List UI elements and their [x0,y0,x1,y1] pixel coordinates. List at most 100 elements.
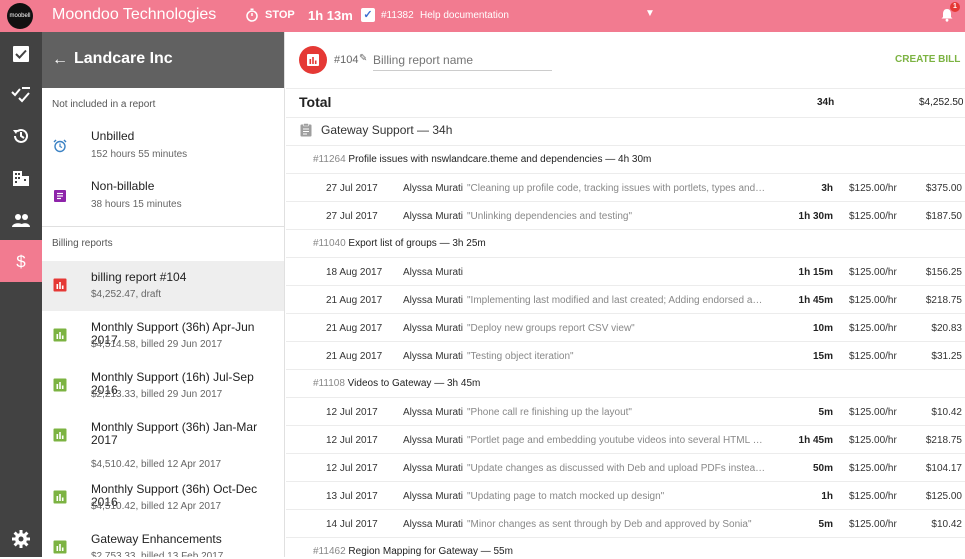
task-checkbox[interactable]: ✓ [361,8,375,22]
rail-history[interactable] [0,116,42,156]
entry-date: 12 Jul 2017 [326,407,378,418]
time-entry-row[interactable]: 13 Jul 2017 Alyssa Murati "Updating page t… [286,482,965,510]
time-entry-row[interactable]: 14 Jul 2017 Alyssa Murati "Minor changes a… [286,510,965,538]
billing-report-item[interactable]: billing report #104 $4,252.47, draft [42,261,284,311]
time-entry-row[interactable]: 21 Aug 2017 Alyssa Murati "Deploy new grou… [286,314,965,342]
billing-report-item[interactable]: Gateway Enhancements $2,753.33, billed 13… [42,523,284,557]
entry-amount: $10.42 [931,407,962,418]
entry-person: Alyssa Murati [403,435,464,446]
chevron-down-icon[interactable]: ▼ [645,8,655,19]
task-group-title: Export list of groups — 3h 25m [348,238,486,249]
entry-note: "Unlinking dependencies and testing" [467,211,632,222]
report-title: Monthly Support (36h) Jan-Mar 2017 [91,420,258,447]
entry-date: 14 Jul 2017 [326,519,378,530]
report-id: #104 [334,54,359,66]
section-not-included: Not included in a report [52,99,156,110]
time-entry-row[interactable]: 27 Jul 2017 Alyssa Murati "Unlinking depen… [286,202,965,230]
time-entry-row[interactable]: 21 Aug 2017 Alyssa Murati "Testing object … [286,342,965,370]
entry-date: 12 Jul 2017 [326,435,378,446]
rail-billing[interactable]: $ [0,240,42,282]
project-label: Gateway Support — 34h [321,123,453,137]
entry-hours: 1h 30m [798,211,833,222]
entry-date: 13 Jul 2017 [326,491,378,502]
timer-display: 1h 13m [308,8,353,23]
entry-hours: 3h [821,183,833,194]
entry-date: 27 Jul 2017 [326,211,378,222]
create-bill-button[interactable]: CREATE BILL [895,54,960,65]
rail-clients[interactable] [0,158,42,198]
entry-rate: $125.00/hr [849,435,897,446]
icon-rail: $ [0,32,42,557]
company-name[interactable]: Moondoo Technologies [52,6,216,24]
bar-chart-icon [307,54,319,66]
entry-rate: $125.00/hr [849,295,897,306]
entry-rate: $125.00/hr [849,491,897,502]
entry-hours: 5m [818,407,833,418]
rail-tasks[interactable] [0,34,42,74]
back-arrow-icon[interactable]: ← [52,51,68,69]
time-entry-row[interactable]: 12 Jul 2017 Alyssa Murati "Update changes … [286,454,965,482]
section-divider [42,226,284,227]
time-entry-row[interactable]: 12 Jul 2017 Alyssa Murati "Portlet page an… [286,426,965,454]
rail-people[interactable] [0,200,42,240]
entry-hours: 1h 15m [798,267,833,278]
task-group-row[interactable]: #11108 Videos to Gateway — 3h 45m [286,370,965,398]
notification-badge: 1 [950,2,960,12]
task-group-row[interactable]: #11462 Region Mapping for Gateway — 55m [286,538,965,557]
entry-amount: $218.75 [925,435,962,446]
entry-amount: $218.75 [925,295,962,306]
entry-date: 18 Aug 2017 [326,267,383,278]
entry-date: 21 Aug 2017 [326,323,383,334]
billing-report-item[interactable]: Monthly Support (16h) Jul-Sep 2016 $2,213… [42,361,284,411]
unbilled-title: Unbilled [91,129,135,143]
task-group-row[interactable]: #11264 Profile issues with nswlandcare.t… [286,146,965,174]
time-entry-row[interactable]: 21 Aug 2017 Alyssa Murati "Implementing la… [286,286,965,314]
rail-checklist[interactable] [0,74,42,114]
report-icon [53,378,67,392]
alarm-clock-icon [53,139,67,153]
task-group-title: Profile issues with nswlandcare.theme an… [348,154,652,165]
entry-note: "Minor changes as sent through by Deb an… [467,519,752,530]
billing-report-item[interactable]: Monthly Support (36h) Oct-Dec 2016 $4,510… [42,473,284,523]
entry-hours: 50m [812,463,833,474]
top-bar: moobell Moondoo Technologies STOP 1h 13m… [0,0,965,32]
time-entry-row[interactable]: 12 Jul 2017 Alyssa Murati "Phone call re f… [286,398,965,426]
entry-amount: $125.00 [925,491,962,502]
time-entry-row[interactable]: 18 Aug 2017 Alyssa Murati 1h 15m $125.00/hr… [286,258,965,286]
total-amount: $4,252.50 [919,97,964,108]
billing-report-item[interactable]: Monthly Support (36h) Apr-Jun 2017 $4,514… [42,311,284,361]
report-title: Gateway Enhancements [91,532,222,546]
stop-button[interactable]: STOP [265,9,295,21]
nonbillable-item[interactable]: Non-billable 38 hours 15 minutes [42,170,284,220]
unbilled-item[interactable]: Unbilled 152 hours 55 minutes [42,120,284,170]
entry-amount: $104.17 [925,463,962,474]
entry-person: Alyssa Murati [403,491,464,502]
svg-text:$: $ [16,252,26,271]
report-subtitle: $4,514.58, billed 29 Jun 2017 [91,339,223,350]
current-task-id[interactable]: #11382 [381,10,414,21]
report-title: billing report #104 [91,270,187,284]
task-group-label: #11462 Region Mapping for Gateway — 55m [313,546,513,557]
client-title: Landcare Inc [74,50,173,67]
entry-person: Alyssa Murati [403,295,464,306]
report-icon [53,490,67,504]
task-group-row[interactable]: #11040 Export list of groups — 3h 25m [286,230,965,258]
current-task-name[interactable]: Help documentation [420,10,509,21]
billing-report-item[interactable]: Monthly Support (36h) Jan-Mar 2017 $4,510… [42,411,284,473]
nonbillable-title: Non-billable [91,179,155,193]
app-logo[interactable]: moobell [7,3,33,29]
history-icon [13,128,28,143]
task-group-id: #11040 [313,238,346,249]
stopwatch-icon[interactable] [245,8,259,22]
report-subtitle: $4,252.47, draft [91,289,162,300]
time-entry-row[interactable]: 27 Jul 2017 Alyssa Murati "Cleaning up pro… [286,174,965,202]
entry-hours: 1h [821,491,833,502]
client-panel: ← Landcare Inc Not included in a report … [42,32,285,557]
rail-settings[interactable] [0,519,42,559]
entry-rate: $125.00/hr [849,519,897,530]
checklist-icon [11,87,30,103]
pencil-icon[interactable]: ✎ [359,53,367,64]
report-name-input[interactable] [373,49,552,71]
entry-amount: $156.25 [925,267,962,278]
entry-rate: $125.00/hr [849,407,897,418]
